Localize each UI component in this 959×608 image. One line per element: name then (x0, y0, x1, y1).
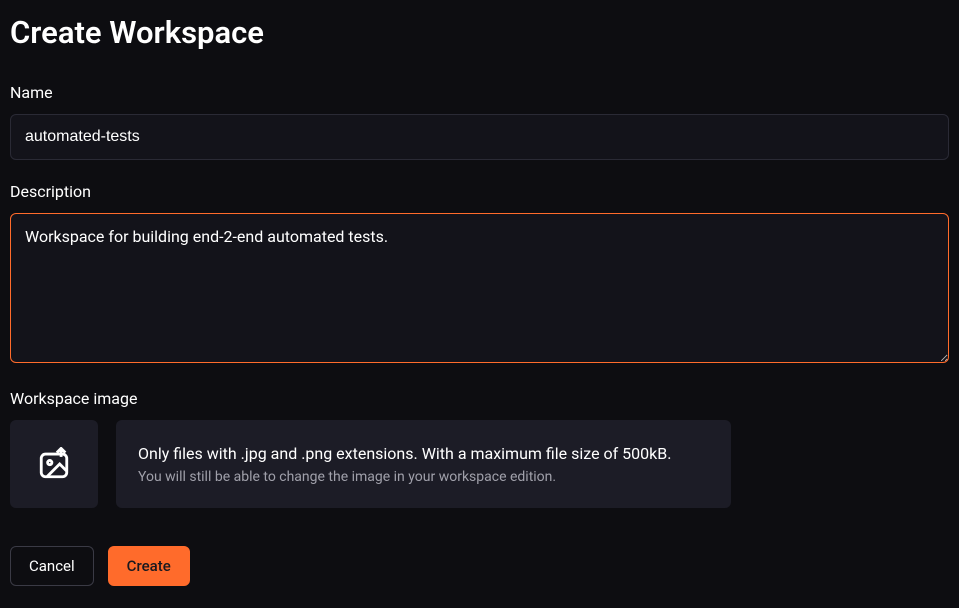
name-field-group: Name (10, 83, 949, 160)
upload-image-button[interactable] (10, 420, 98, 508)
image-upload-icon (37, 447, 71, 481)
create-button[interactable]: Create (108, 546, 190, 586)
description-field-group: Description Workspace for building end-2… (10, 182, 949, 367)
cancel-button[interactable]: Cancel (10, 546, 94, 586)
upload-info-panel: Only files with .jpg and .png extensions… (116, 420, 731, 508)
button-row: Cancel Create (10, 546, 949, 586)
description-label: Description (10, 182, 949, 201)
workspace-image-group: Workspace image Only files with .jpg and… (10, 389, 949, 508)
page-title: Create Workspace (10, 14, 949, 51)
upload-info-subtitle: You will still be able to change the ima… (138, 469, 709, 485)
description-textarea[interactable]: Workspace for building end-2-end automat… (10, 213, 949, 363)
name-label: Name (10, 83, 949, 102)
name-input[interactable] (10, 114, 949, 160)
workspace-image-label: Workspace image (10, 389, 949, 408)
upload-info-title: Only files with .jpg and .png extensions… (138, 444, 709, 463)
upload-row: Only files with .jpg and .png extensions… (10, 420, 949, 508)
